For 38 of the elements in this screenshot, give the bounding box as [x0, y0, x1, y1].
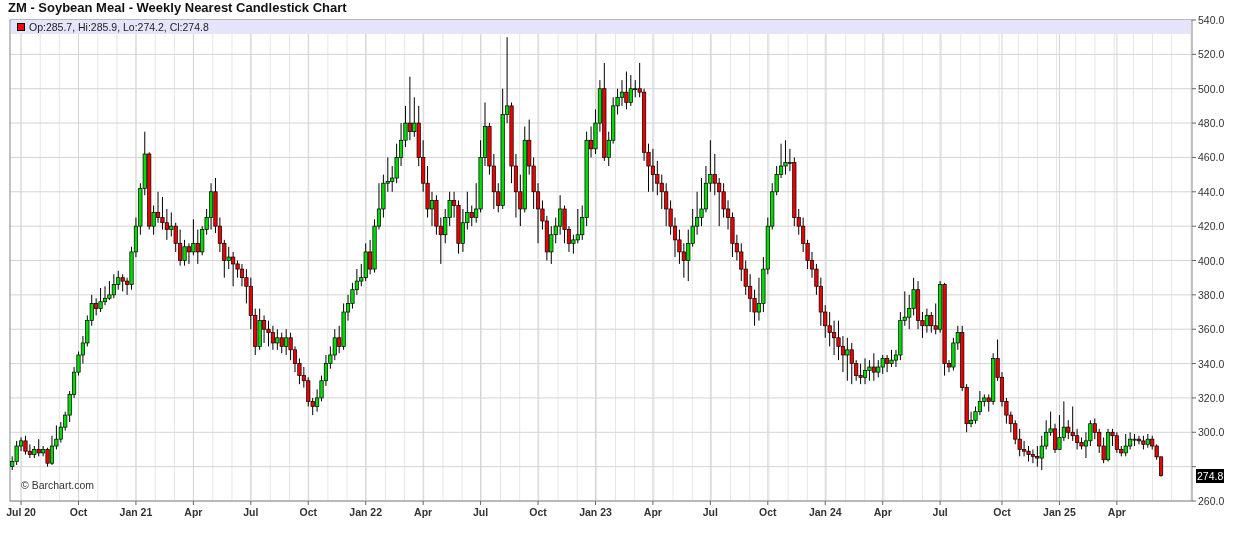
axis-label: Apr [184, 506, 203, 518]
axis-label: 380.0 [1198, 288, 1225, 301]
axis-label: 420.0 [1198, 220, 1225, 233]
axis-label: 300.0 [1198, 426, 1225, 439]
axis-label: Jan 23 [579, 506, 612, 518]
axis-label: 480.0 [1198, 117, 1225, 130]
axis-label: Apr [643, 506, 662, 518]
axis-label: Apr [414, 506, 433, 518]
legend-text: Op:285.7, Hi:285.9, Lo:274.2, Cl:274.8 [29, 20, 209, 34]
axis-label: Oct [993, 506, 1011, 518]
copyright-text: © Barchart.com [21, 479, 95, 491]
axis-label: Jan 25 [1043, 506, 1076, 518]
axis-label: 400.0 [1198, 254, 1225, 267]
axis-label: Oct [529, 506, 547, 518]
axis-label: Jul [473, 506, 489, 518]
axis-label: Apr [873, 506, 892, 518]
last-price-tag: 274.8 [1196, 468, 1225, 483]
axis-label: Jan 21 [119, 506, 153, 518]
axis-label: Jul 20 [6, 506, 36, 518]
axis-label: 540.0 [1198, 16, 1225, 26]
axis-label: 340.0 [1198, 357, 1225, 370]
axis-label: Oct [299, 506, 317, 518]
axis-label: Jan 22 [349, 506, 383, 518]
axis-label: 260.0 [1198, 495, 1225, 507]
axis-label: 440.0 [1198, 185, 1225, 198]
axis-label: Jul [702, 506, 718, 518]
axis-label: 500.0 [1198, 82, 1225, 95]
axis-label: Oct [759, 506, 777, 518]
axis-label: 520.0 [1198, 48, 1225, 61]
axis-label: Jul [932, 506, 948, 518]
axis-label: 360.0 [1198, 323, 1225, 336]
axis-label: Oct [69, 506, 88, 518]
axis-label: 460.0 [1198, 151, 1225, 164]
axis-label: Jan 24 [808, 506, 842, 518]
axis-label: Jul [243, 506, 259, 518]
axis-label: Apr [1107, 506, 1126, 518]
chart-title: ZM - Soybean Meal - Weekly Nearest Candlestick Chart [7, 0, 348, 16]
axis-label: 320.0 [1198, 391, 1225, 404]
